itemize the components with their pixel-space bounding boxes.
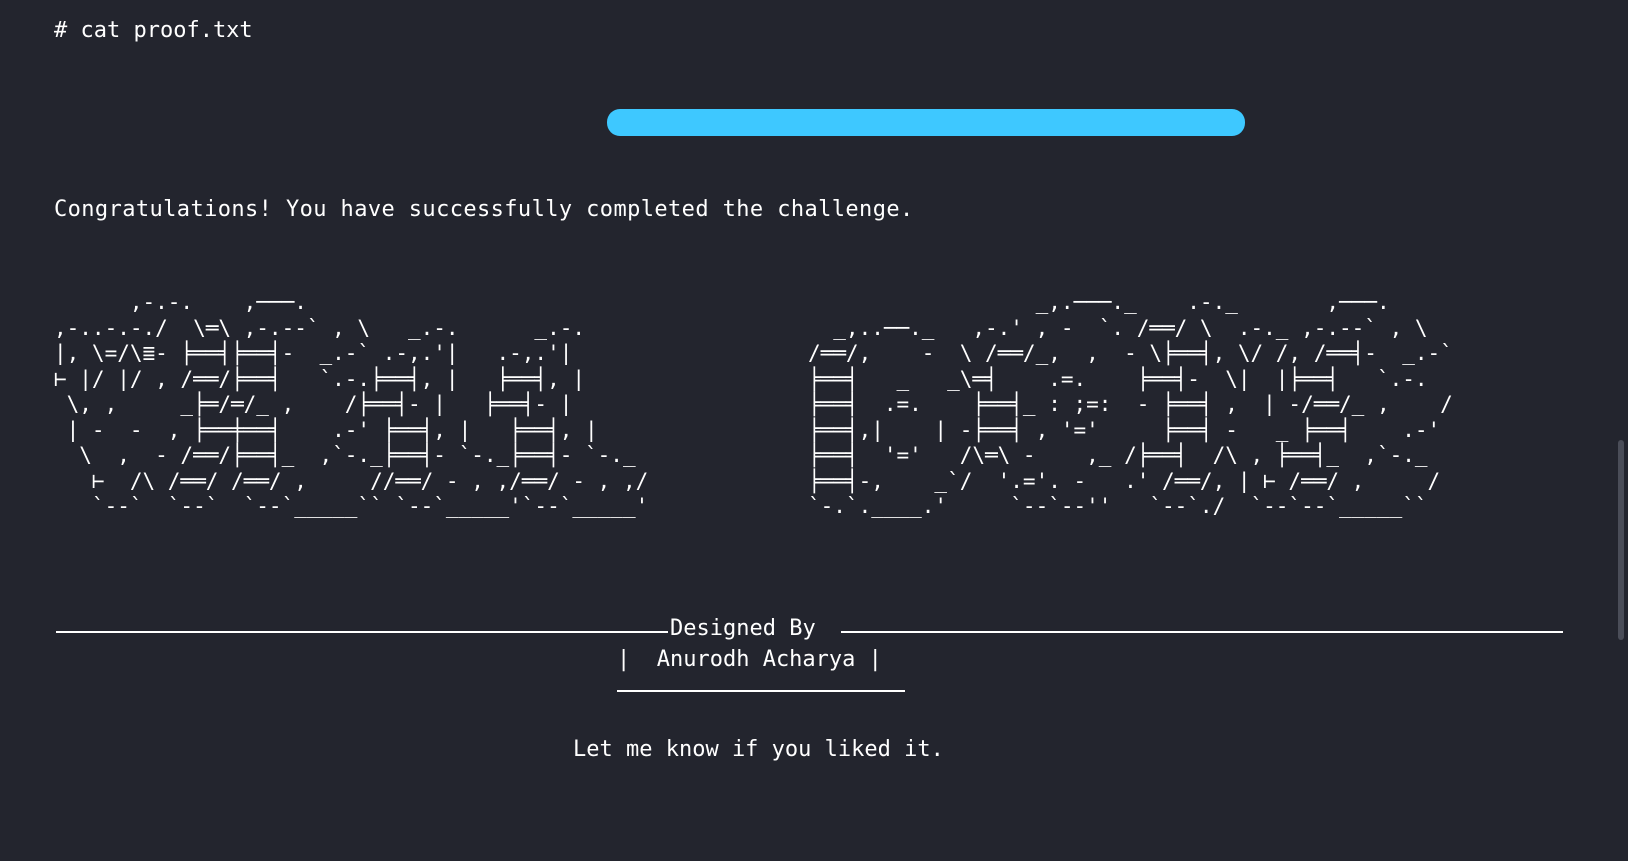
divider-right — [841, 631, 1563, 633]
congratulations-message: Congratulations! You have successfully c… — [54, 197, 914, 222]
redacted-highlight-bar — [607, 109, 1245, 136]
ascii-art-right: _,.───._ .-._ ,───. _,..──._ ,-.' , - `.… — [808, 290, 1453, 518]
terminal-window: # cat proof.txt Congratulations! You hav… — [0, 0, 1628, 861]
ascii-art-left: ,-.-. ,───. ,-..-.-./ \═\ ,-.--` , \ _.-… — [54, 290, 649, 518]
footer-message: Let me know if you liked it. — [573, 737, 944, 762]
scrollbar-thumb[interactable] — [1618, 440, 1624, 640]
vertical-scrollbar[interactable] — [1614, 0, 1628, 861]
command-line: # cat proof.txt — [54, 18, 253, 43]
designed-by-label: Designed By — [670, 616, 816, 641]
author-underline — [617, 690, 905, 692]
divider-left — [56, 631, 668, 633]
author-name: | Anurodh Acharya | — [617, 647, 882, 672]
designed-by-banner: Designed By — [0, 614, 1628, 644]
